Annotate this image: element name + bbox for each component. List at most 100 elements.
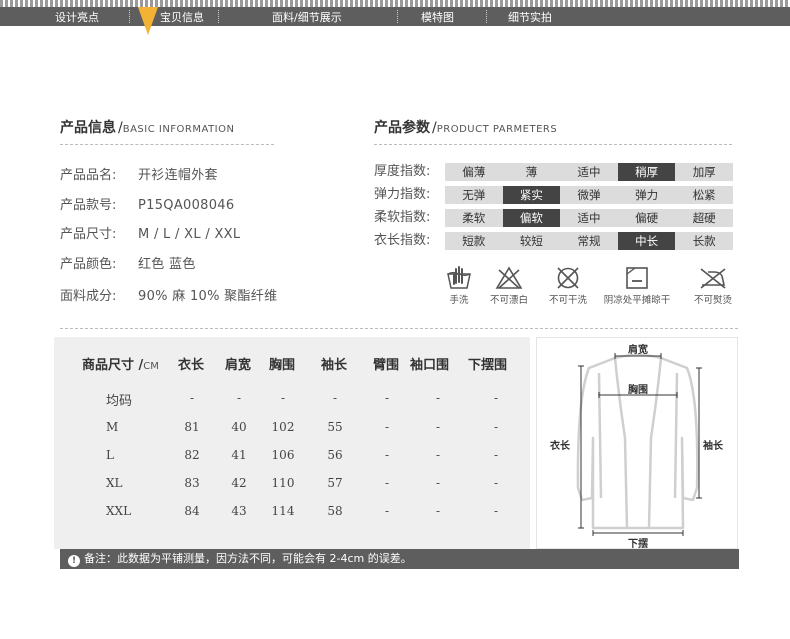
param-row: 柔软指数: 柔软 偏软 适中 偏硬 超硬	[374, 209, 734, 228]
info-icon: !	[68, 555, 80, 567]
size-column-header: 臂围	[373, 358, 400, 373]
size-column-header: 衣长	[178, 358, 205, 373]
size-cell: -	[384, 391, 390, 405]
care-item-no-dry-clean: 不可干洗	[533, 266, 603, 306]
size-cell: -	[280, 391, 286, 405]
size-cell: 41	[231, 448, 247, 462]
param-option: 较短	[519, 234, 543, 248]
param-option-selected: 紧实	[502, 186, 561, 204]
size-cell: -	[493, 504, 499, 518]
size-cell: 58	[327, 504, 343, 518]
param-option: 微弹	[577, 188, 601, 202]
size-cell: 110	[271, 476, 295, 490]
size-cell: -	[435, 420, 441, 434]
size-cell: 42	[231, 476, 247, 490]
param-option: 超硬	[692, 211, 716, 225]
param-option: 松紧	[692, 188, 716, 202]
size-row-label: M	[106, 420, 119, 434]
param-label: 弹力指数:	[374, 187, 431, 202]
divider	[374, 144, 732, 145]
param-scale: 柔软 偏软 适中 偏硬 超硬	[445, 209, 733, 227]
size-table-title: 商品尺寸 /CM	[82, 358, 159, 373]
diagram-label-chest: 胸围	[628, 385, 648, 396]
size-cell: 40	[231, 420, 247, 434]
param-option: 弹力	[635, 188, 659, 202]
info-row-style-number: 产品款号: P15QA008046	[60, 198, 235, 213]
size-cell: 57	[327, 476, 343, 490]
nav-divider	[218, 10, 219, 23]
info-row-colors: 产品颜色: 红色 蓝色	[60, 257, 196, 272]
care-item-no-iron: 不可熨烫	[678, 266, 748, 306]
param-option: 常规	[577, 234, 601, 248]
care-item-dry-flat: 阴凉处平摊晾干	[602, 266, 672, 306]
product-params-title: 产品参数/PRODUCT PARMETERS	[374, 120, 558, 136]
measurement-note: ! 备注：此数据为平铺测量，因方法不同，可能会有 2-4cm 的误差。	[60, 549, 739, 569]
size-cell: 81	[184, 420, 200, 434]
param-option-selected: 稍厚	[617, 163, 676, 181]
size-cell: 83	[184, 476, 200, 490]
size-cell: -	[493, 476, 499, 490]
param-scale: 偏薄 薄 适中 稍厚 加厚	[445, 163, 733, 181]
measurement-diagram: 肩宽 胸围 衣长 袖长 下摆	[536, 337, 738, 550]
size-cell: -	[435, 476, 441, 490]
diagram-label-sleeve: 袖长	[703, 441, 723, 452]
param-label: 柔软指数:	[374, 210, 431, 225]
param-row: 厚度指数: 偏薄 薄 适中 稍厚 加厚	[374, 163, 734, 182]
note-text: 备注：此数据为平铺测量，因方法不同，可能会有 2-4cm 的误差。	[84, 552, 412, 565]
size-cell: -	[493, 448, 499, 462]
nav-tab-model[interactable]: 模特图	[421, 9, 454, 25]
size-cell: 56	[327, 448, 343, 462]
divider	[60, 144, 274, 145]
param-option: 柔软	[462, 211, 486, 225]
param-option: 短款	[462, 234, 486, 248]
size-cell: -	[435, 504, 441, 518]
product-info-title: 产品信息/BASIC INFORMATION	[60, 120, 235, 136]
size-cell: 82	[184, 448, 200, 462]
size-cell: -	[384, 476, 390, 490]
nav-tab-design[interactable]: 设计亮点	[55, 9, 99, 25]
nav-divider	[486, 10, 487, 23]
size-column-header: 肩宽	[225, 358, 252, 373]
diagram-label-length: 衣长	[550, 441, 570, 452]
diagram-label-shoulder: 肩宽	[628, 345, 648, 356]
size-column-header: 下摆围	[468, 358, 508, 373]
care-label: 不可熨烫	[693, 295, 732, 306]
size-cell: -	[236, 391, 242, 405]
divider	[60, 328, 738, 329]
param-option: 偏薄	[462, 165, 486, 179]
param-option: 长款	[692, 234, 716, 248]
size-cell: 106	[271, 448, 295, 462]
size-column-header: 袖长	[321, 358, 348, 373]
size-cell: -	[435, 391, 441, 405]
no-iron-icon	[700, 268, 726, 289]
size-cell: 55	[327, 420, 343, 434]
param-option: 适中	[577, 165, 601, 179]
info-row-fabric: 面料成分: 90% 麻 10% 聚酯纤维	[60, 289, 278, 304]
size-cell: -	[493, 391, 499, 405]
param-option: 无弹	[462, 188, 486, 202]
param-scale: 短款 较短 常规 中长 长款	[445, 232, 733, 250]
size-cell: -	[384, 420, 390, 434]
param-row: 衣长指数: 短款 较短 常规 中长 长款	[374, 232, 734, 251]
size-cell: 84	[184, 504, 200, 518]
no-tumble-dry-icon	[557, 267, 579, 289]
param-scale: 无弹 紧实 微弹 弹力 松紧	[445, 186, 733, 204]
param-option: 偏硬	[635, 211, 659, 225]
nav-tab-details[interactable]: 细节实拍	[508, 9, 552, 25]
care-label: 阴凉处平摊晾干	[603, 295, 671, 306]
param-label: 衣长指数:	[374, 233, 431, 248]
size-cell: 43	[231, 504, 247, 518]
nav-divider	[397, 10, 398, 23]
no-bleach-icon	[495, 266, 523, 289]
care-label: 不可干洗	[548, 295, 587, 306]
hand-wash-icon	[447, 266, 471, 289]
size-cell: -	[189, 391, 195, 405]
size-row-label: XL	[106, 476, 123, 490]
size-column-header: 袖口围	[410, 358, 450, 373]
param-label: 厚度指数:	[374, 164, 431, 179]
nav-tab-product-info[interactable]: 宝贝信息	[160, 9, 204, 25]
nav-tab-fabric[interactable]: 面料/细节展示	[272, 9, 342, 25]
size-row-label: XXL	[106, 504, 132, 518]
size-cell: -	[332, 391, 338, 405]
active-tab-marker-icon	[138, 7, 158, 35]
